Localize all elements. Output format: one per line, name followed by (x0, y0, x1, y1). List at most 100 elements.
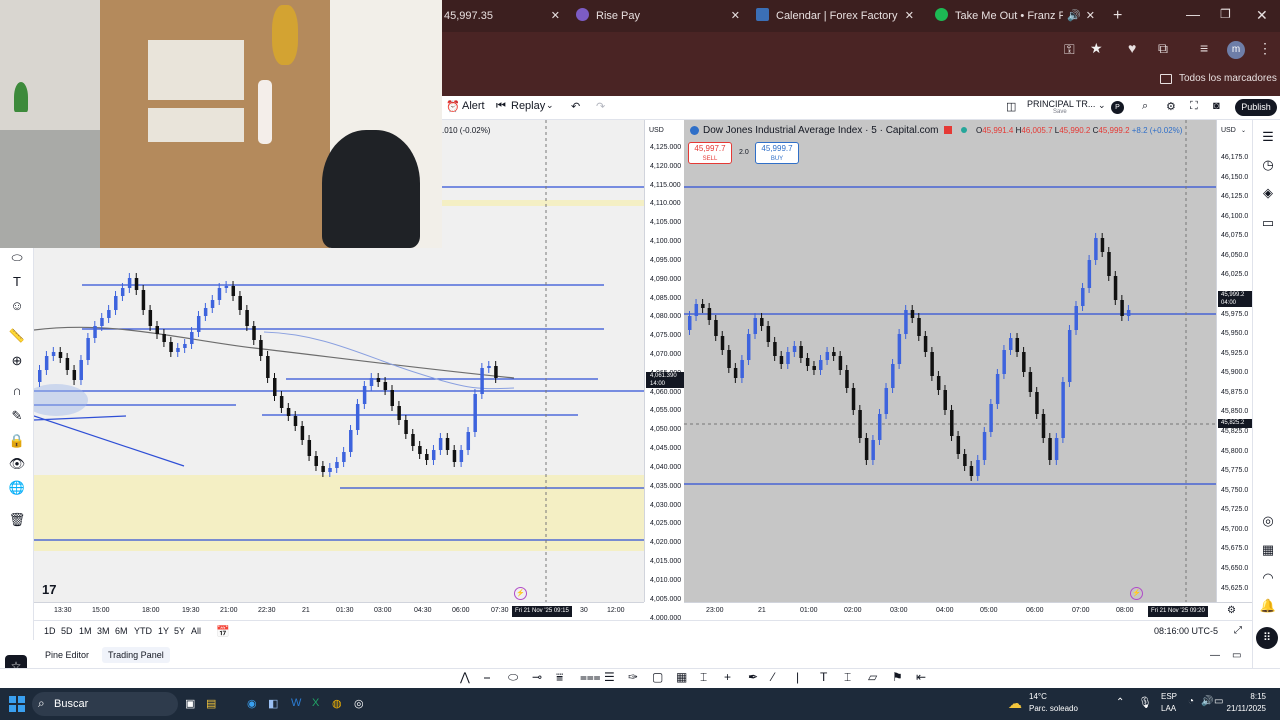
paper-trading-badge[interactable]: P (1111, 101, 1124, 114)
chat-icon[interactable]: ▭ (1259, 215, 1277, 233)
word-icon[interactable]: W (291, 697, 301, 709)
tab-pine-editor[interactable]: Pine Editor (45, 650, 89, 660)
close-tab-icon[interactable]: ✕ (905, 4, 914, 28)
fork-tool-icon[interactable]: ⌶ (844, 670, 851, 685)
language-bottom[interactable]: LAA (1161, 704, 1176, 713)
text-tool-icon[interactable]: T (820, 670, 827, 684)
media-queue-icon[interactable]: ≡ (1200, 40, 1208, 56)
text-tool-icon[interactable]: T (8, 274, 26, 292)
layout-name[interactable]: PRINCIPAL TR... (1027, 99, 1095, 109)
weather-temp[interactable]: 14°C (1029, 692, 1047, 701)
calendar-icon[interactable]: ▦ (1259, 542, 1277, 560)
tray-chevron-up-icon[interactable]: ⌃ (1116, 697, 1124, 708)
shape-tool-icon[interactable]: ⬭ (508, 670, 518, 685)
right-price-scale[interactable]: USD ⌄ 46,175.0 46,150.0 46,125.0 46,100.0 46… (1216, 120, 1252, 602)
language-top[interactable]: ESP (1161, 692, 1177, 701)
pitchfork-tool-icon[interactable]: ⩶ (580, 670, 601, 685)
taskbar-time[interactable]: 8:15 (1226, 692, 1266, 701)
restore-icon[interactable]: ❐ (1220, 7, 1231, 21)
close-tab-icon[interactable]: ✕ (1086, 4, 1095, 28)
fullscreen-icon[interactable]: ⛶ (1190, 100, 1198, 113)
redo-icon[interactable]: ↷ (596, 100, 605, 113)
notifications-bell-icon[interactable]: 🔔 (1259, 598, 1277, 616)
emoji-tool-icon[interactable]: ☺ (8, 298, 26, 316)
scale-settings-icon[interactable]: ⚙ (1227, 605, 1236, 616)
left-time-scale[interactable]: 13:30 15:00 18:00 19:30 21:00 22:30 21 01:30 03:… (34, 602, 644, 620)
close-tab-icon[interactable]: ✕ (551, 4, 560, 28)
tab-rise-pay[interactable]: Rise Pay ✕ (576, 4, 746, 32)
left-currency-label[interactable]: USD (649, 127, 664, 134)
weather-desc[interactable]: Parc. soleado (1029, 704, 1078, 713)
target-icon[interactable]: ◎ (1259, 513, 1277, 531)
task-view-icon[interactable]: ▣ (185, 697, 195, 710)
chevron-down-icon[interactable]: ⌄ (1098, 100, 1106, 111)
close-tab-icon[interactable]: ✕ (731, 4, 740, 28)
flag-tool-icon[interactable]: ⚑ (892, 670, 903, 684)
channel-tool-icon[interactable]: ⩸ (556, 670, 563, 685)
edge-icon[interactable]: ◉ (247, 697, 257, 710)
go-to-date-icon[interactable]: 📅 (216, 625, 230, 638)
publish-button[interactable]: Publish (1235, 99, 1277, 116)
brush-tool-icon[interactable]: ✑ (628, 670, 638, 684)
minimize-icon[interactable]: — (1186, 6, 1200, 22)
measure-tool-icon[interactable]: ⌶ (700, 670, 707, 685)
snapshot-camera-icon[interactable]: ◙ (1213, 100, 1220, 112)
file-explorer-icon[interactable]: ▤ (206, 697, 216, 710)
range-button[interactable]: 1D (44, 626, 56, 636)
apps-grid-icon[interactable]: ⠿ (1256, 627, 1278, 649)
crosshair-tool-icon[interactable]: + (724, 670, 731, 684)
app-icon[interactable]: ◎ (354, 697, 364, 710)
left-price-scale[interactable]: USD 4,125.000 4,120.000 4,115.000 4,110.000… (644, 120, 684, 622)
weather-icon[interactable]: ☁ (1008, 695, 1022, 712)
chrome-icon[interactable]: ◍ (332, 697, 342, 710)
right-time-scale[interactable]: 23:00 21 01:00 02:00 03:00 04:00 05:00 06:00 07:… (684, 602, 1252, 620)
layers-icon[interactable]: ◈ (1259, 185, 1277, 203)
range-button[interactable]: 6M (115, 626, 128, 636)
vertical-line-tool-icon[interactable]: | (796, 670, 799, 684)
excel-icon[interactable]: X (312, 697, 319, 709)
quick-search-icon[interactable]: ⌕ (1142, 100, 1148, 113)
zoom-in-icon[interactable]: ⊕ (8, 353, 26, 371)
right-chart-canvas[interactable] (684, 120, 1216, 602)
chevron-down-icon[interactable]: ⌄ (546, 100, 554, 111)
layout-split-icon[interactable]: ◫ (1006, 100, 1016, 113)
bookmark-star-icon[interactable]: ★ (1090, 40, 1103, 57)
new-tab-button[interactable]: + (1113, 7, 1122, 25)
right-chart-pane[interactable]: Dow Jones Industrial Average Index · 5 ·… (684, 120, 1216, 602)
tab-spotify[interactable]: Take Me Out • Franz Ferdi 🔊 ✕ (935, 4, 1101, 32)
globe-icon[interactable]: 🌐 (8, 480, 26, 498)
arrow-marker-tool-icon[interactable]: ⇤ (916, 670, 926, 684)
magnet-icon[interactable]: ∩ (8, 383, 26, 401)
chevron-down-icon[interactable]: ⌄ (1241, 127, 1246, 134)
eye-icon[interactable]: 👁 (8, 456, 26, 474)
ray-tool-icon[interactable]: ⊸ (532, 670, 542, 684)
store-icon[interactable]: ◧ (268, 697, 278, 710)
alert-icon[interactable]: ⏰ (446, 100, 460, 113)
browser-menu-icon[interactable]: ⋮ (1258, 40, 1272, 57)
wifi-icon[interactable]: ◔ (1188, 696, 1194, 707)
event-marker-icon[interactable]: ⚡ (514, 587, 527, 600)
tab-trading-panel[interactable]: Trading Panel (102, 647, 170, 663)
line-tool-icon[interactable]: ⎯ (484, 670, 490, 685)
grid-tool-icon[interactable]: ▦ (676, 670, 687, 684)
trendline-tool-icon[interactable]: ⁄ (772, 670, 774, 684)
watchlist-icon[interactable]: ☰ (1259, 129, 1277, 147)
all-bookmarks-link[interactable]: Todos los marcadores (1179, 73, 1277, 84)
rectangle-tool-icon[interactable]: ▢ (652, 670, 663, 684)
range-button[interactable]: 1M (79, 626, 92, 636)
range-button[interactable]: 1Y (158, 626, 169, 636)
tab-forex-factory[interactable]: Calendar | Forex Factory ✕ (756, 4, 920, 32)
undo-icon[interactable]: ↶ (571, 100, 580, 113)
right-chart-title[interactable]: Dow Jones Industrial Average Index · 5 ·… (703, 125, 939, 136)
range-button[interactable]: YTD (134, 626, 152, 636)
speaker-icon[interactable]: 🔊 (1067, 4, 1081, 28)
extensions-puzzle-icon[interactable]: ⧉ (1158, 40, 1168, 57)
lock-icon[interactable]: 🔒 (8, 433, 26, 451)
range-button[interactable]: 5D (61, 626, 73, 636)
taskbar-date[interactable]: 21/11/2025 (1206, 704, 1266, 713)
trash-icon[interactable]: 🗑 (8, 512, 26, 530)
minimize-panel-icon[interactable]: — (1210, 650, 1220, 661)
pattern-tool-icon[interactable]: ⋀ (460, 670, 470, 684)
tab-tradingview[interactable]: 45,997.35 ✕ (444, 4, 566, 32)
buy-button[interactable]: 45,999.7 BUY (755, 142, 799, 164)
